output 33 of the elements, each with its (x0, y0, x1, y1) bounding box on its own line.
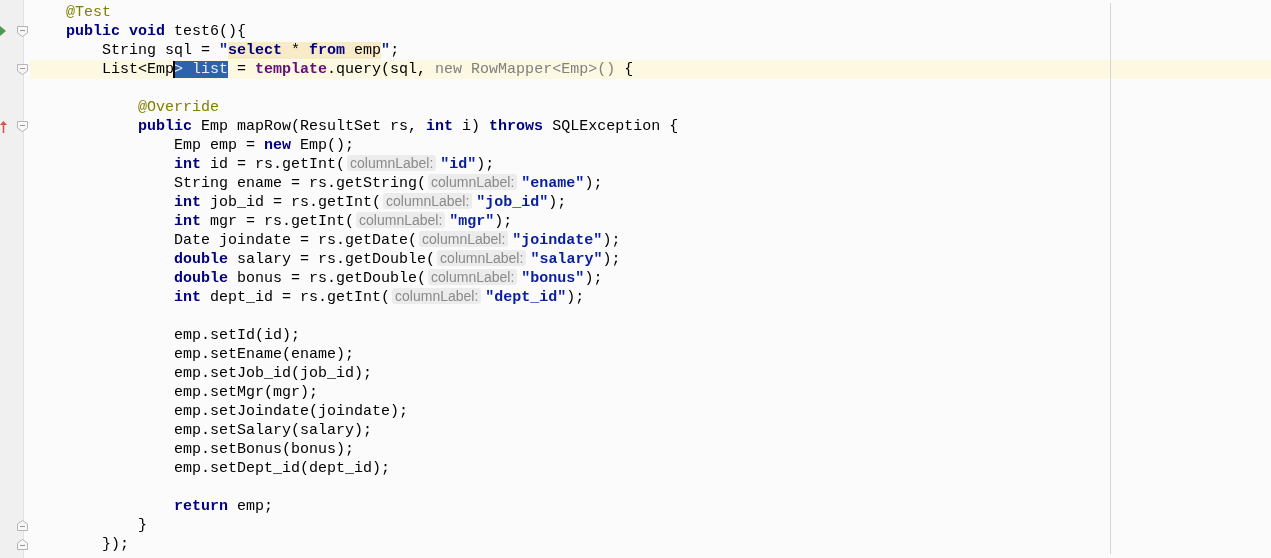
code-line: int mgr = rs.getInt( columnLabel: "mgr"); (173, 212, 513, 231)
code-line: int job_id = rs.getInt( columnLabel: "job_id"); (173, 193, 567, 212)
arrow-up-icon[interactable] (0, 121, 7, 133)
fold-icon[interactable] (17, 520, 28, 531)
code-line: } (137, 516, 148, 535)
code-line: emp.setEname(ename); (173, 345, 355, 364)
code-line: List<Emp> list = template.query(sql, new RowMapper<Emp>() { (101, 60, 634, 79)
code-line: emp.setJoindate(joindate); (173, 402, 409, 421)
code-line: @Override (137, 98, 220, 117)
code-line: public Emp mapRow(ResultSet rs, int i) throws SQLException { (137, 117, 679, 136)
code-line: Emp emp = new Emp(); (173, 136, 355, 155)
code-line: public void test6(){ (65, 22, 247, 41)
code-line: emp.setSalary(salary); (173, 421, 373, 440)
code-line: emp.setBonus(bonus); (173, 440, 355, 459)
fold-icon[interactable] (17, 26, 28, 37)
fold-icon[interactable] (17, 64, 28, 75)
code-line: double salary = rs.getDouble( columnLabel: "salary"); (173, 250, 621, 269)
fold-icon[interactable] (17, 539, 28, 550)
code-line: emp.setId(id); (173, 326, 301, 345)
code-line: emp.setJob_id(job_id); (173, 364, 373, 383)
run-icon[interactable] (0, 26, 6, 36)
code-line: emp.setMgr(mgr); (173, 383, 319, 402)
code-line: String sql = "select * from emp"; (101, 41, 400, 60)
code-line: }); (101, 535, 130, 554)
code-line: int dept_id = rs.getInt( columnLabel: "dept_id"); (173, 288, 585, 307)
fold-icon[interactable] (17, 121, 28, 132)
code-line: String ename = rs.getString( columnLabel: "ename"); (173, 174, 603, 193)
code-line: @Test (65, 3, 111, 22)
code-line: int id = rs.getInt( columnLabel: "id"); (173, 155, 495, 174)
code-line: emp.setDept_id(dept_id); (173, 459, 391, 478)
code-line: double bonus = rs.getDouble( columnLabel: "bonus"); (173, 269, 603, 288)
code-line: Date joindate = rs.getDate( columnLabel: "joindate"); (173, 231, 621, 250)
code-line: return emp; (173, 497, 274, 516)
